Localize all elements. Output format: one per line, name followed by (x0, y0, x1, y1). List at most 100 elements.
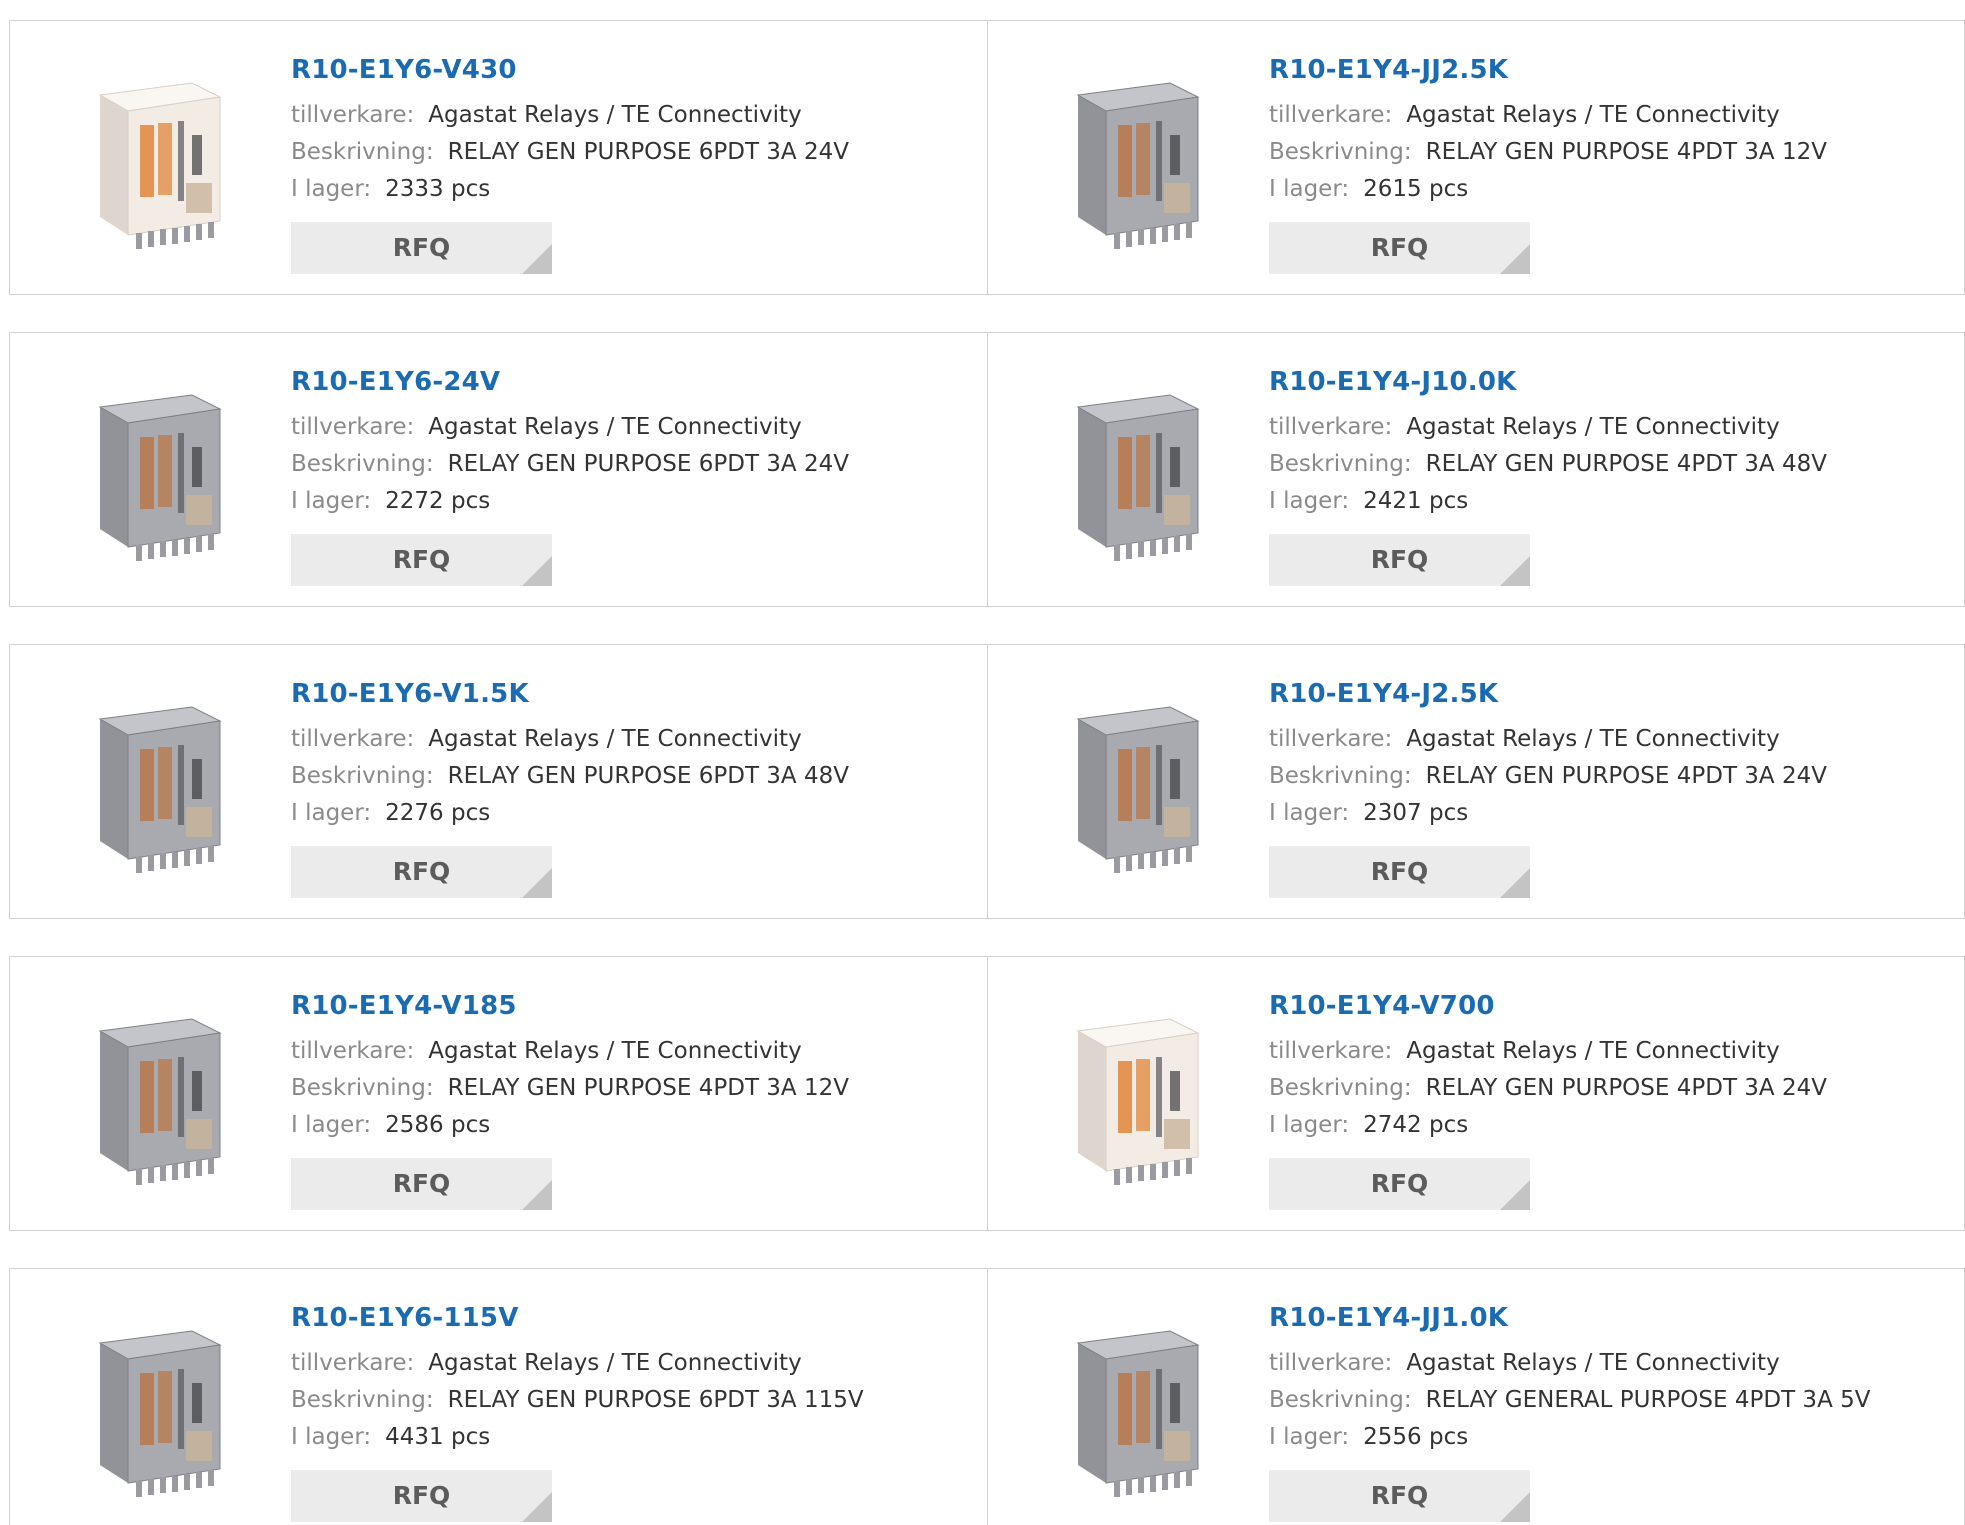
product-grid: R10-E1Y6-V430 tillverkare: Agastat Relays… (0, 0, 1965, 1525)
description-label: Beskrivning: (291, 1387, 434, 1413)
relay-grey-icon[interactable] (62, 1001, 252, 1191)
stock-line: I lager: 2556 pcs (1269, 1419, 1870, 1456)
part-number-link[interactable]: R10-E1Y6-V430 (291, 53, 849, 87)
manufacturer-value: Agastat Relays / TE Connectivity (428, 1038, 802, 1064)
description-label: Beskrivning: (1269, 1387, 1412, 1413)
stock-line: I lager: 2615 pcs (1269, 171, 1827, 208)
part-number-link[interactable]: R10-E1Y6-24V (291, 365, 849, 399)
corner-triangle-icon (522, 1492, 552, 1522)
description-label: Beskrivning: (1269, 451, 1412, 477)
relay-grey-icon[interactable] (62, 1313, 252, 1503)
relay-clear-icon[interactable] (62, 65, 252, 255)
relay-grey-icon[interactable] (62, 689, 252, 879)
relay-grey-icon[interactable] (1040, 689, 1230, 879)
stock-label: I lager: (1269, 488, 1350, 514)
manufacturer-value: Agastat Relays / TE Connectivity (428, 1350, 802, 1376)
stock-label: I lager: (291, 488, 372, 514)
manufacturer-line: tillverkare: Agastat Relays / TE Connecti… (1269, 1033, 1827, 1070)
rfq-button[interactable]: RFQ (1269, 534, 1530, 586)
manufacturer-line: tillverkare: Agastat Relays / TE Connecti… (1269, 97, 1827, 134)
description-line: Beskrivning: RELAY GEN PURPOSE 4PDT 3A 12… (1269, 134, 1827, 171)
stock-value: 2272 pcs (385, 488, 491, 514)
stock-line: I lager: 2272 pcs (291, 483, 849, 520)
stock-line: I lager: 2742 pcs (1269, 1107, 1827, 1144)
stock-label: I lager: (291, 176, 372, 202)
corner-triangle-icon (1500, 1180, 1530, 1210)
description-value: RELAY GEN PURPOSE 4PDT 3A 12V (1425, 139, 1827, 165)
part-number-link[interactable]: R10-E1Y4-J2.5K (1269, 677, 1827, 711)
part-number-link[interactable]: R10-E1Y6-115V (291, 1301, 864, 1335)
stock-line: I lager: 2586 pcs (291, 1107, 849, 1144)
rfq-button[interactable]: RFQ (1269, 222, 1530, 274)
rfq-label: RFQ (392, 545, 451, 574)
rfq-label: RFQ (392, 1481, 451, 1510)
relay-grey-icon[interactable] (1040, 377, 1230, 567)
rfq-button[interactable]: RFQ (1269, 1158, 1530, 1210)
rfq-button[interactable]: RFQ (291, 534, 552, 586)
description-value: RELAY GEN PURPOSE 4PDT 3A 24V (1425, 763, 1827, 789)
corner-triangle-icon (522, 868, 552, 898)
manufacturer-line: tillverkare: Agastat Relays / TE Connecti… (1269, 1345, 1870, 1382)
product-card: R10-E1Y6-115V tillverkare: Agastat Relays… (10, 1269, 987, 1525)
description-label: Beskrivning: (291, 763, 434, 789)
product-card: R10-E1Y6-V430 tillverkare: Agastat Relays… (10, 21, 987, 294)
corner-triangle-icon (522, 1180, 552, 1210)
description-line: Beskrivning: RELAY GEN PURPOSE 4PDT 3A 24… (1269, 1070, 1827, 1107)
part-number-link[interactable]: R10-E1Y4-V185 (291, 989, 849, 1023)
relay-grey-icon[interactable] (1040, 65, 1230, 255)
corner-triangle-icon (1500, 1492, 1530, 1522)
part-number-link[interactable]: R10-E1Y4-JJ1.0K (1269, 1301, 1870, 1335)
description-value: RELAY GEN PURPOSE 4PDT 3A 24V (1425, 1075, 1827, 1101)
relay-grey-icon[interactable] (1040, 1313, 1230, 1503)
part-number-link[interactable]: R10-E1Y6-V1.5K (291, 677, 849, 711)
description-value: RELAY GEN PURPOSE 6PDT 3A 48V (447, 763, 849, 789)
stock-label: I lager: (1269, 176, 1350, 202)
product-row: R10-E1Y4-V185 tillverkare: Agastat Relays… (9, 956, 1965, 1231)
manufacturer-label: tillverkare: (1269, 414, 1393, 440)
manufacturer-label: tillverkare: (1269, 1350, 1393, 1376)
stock-label: I lager: (291, 1424, 372, 1450)
description-value: RELAY GEN PURPOSE 4PDT 3A 12V (447, 1075, 849, 1101)
stock-label: I lager: (1269, 1112, 1350, 1138)
manufacturer-value: Agastat Relays / TE Connectivity (428, 726, 802, 752)
description-line: Beskrivning: RELAY GEN PURPOSE 6PDT 3A 24… (291, 134, 849, 171)
rfq-button[interactable]: RFQ (1269, 1470, 1530, 1522)
relay-clear-icon[interactable] (1040, 1001, 1230, 1191)
stock-label: I lager: (291, 800, 372, 826)
description-label: Beskrivning: (291, 139, 434, 165)
manufacturer-line: tillverkare: Agastat Relays / TE Connecti… (1269, 409, 1827, 446)
stock-value: 2307 pcs (1363, 800, 1469, 826)
manufacturer-line: tillverkare: Agastat Relays / TE Connecti… (291, 1033, 849, 1070)
product-row: R10-E1Y6-24V tillverkare: Agastat Relays … (9, 332, 1965, 607)
manufacturer-label: tillverkare: (291, 1038, 415, 1064)
description-line: Beskrivning: RELAY GENERAL PURPOSE 4PDT 3… (1269, 1382, 1870, 1419)
manufacturer-line: tillverkare: Agastat Relays / TE Connecti… (291, 1345, 864, 1382)
product-card: R10-E1Y6-V1.5K tillverkare: Agastat Relay… (10, 645, 987, 918)
stock-value: 2615 pcs (1363, 176, 1469, 202)
manufacturer-line: tillverkare: Agastat Relays / TE Connecti… (1269, 721, 1827, 758)
rfq-button[interactable]: RFQ (291, 846, 552, 898)
manufacturer-label: tillverkare: (1269, 1038, 1393, 1064)
part-number-link[interactable]: R10-E1Y4-J10.0K (1269, 365, 1827, 399)
manufacturer-value: Agastat Relays / TE Connectivity (1406, 102, 1780, 128)
rfq-button[interactable]: RFQ (1269, 846, 1530, 898)
rfq-label: RFQ (1370, 857, 1429, 886)
rfq-button[interactable]: RFQ (291, 1470, 552, 1522)
part-number-link[interactable]: R10-E1Y4-V700 (1269, 989, 1827, 1023)
rfq-button[interactable]: RFQ (291, 222, 552, 274)
manufacturer-line: tillverkare: Agastat Relays / TE Connecti… (291, 721, 849, 758)
rfq-button[interactable]: RFQ (291, 1158, 552, 1210)
part-number-link[interactable]: R10-E1Y4-JJ2.5K (1269, 53, 1827, 87)
stock-value: 2586 pcs (385, 1112, 491, 1138)
manufacturer-value: Agastat Relays / TE Connectivity (428, 102, 802, 128)
manufacturer-label: tillverkare: (291, 726, 415, 752)
description-value: RELAY GEN PURPOSE 6PDT 3A 115V (447, 1387, 864, 1413)
stock-value: 4431 pcs (385, 1424, 491, 1450)
manufacturer-label: tillverkare: (1269, 726, 1393, 752)
description-value: RELAY GENERAL PURPOSE 4PDT 3A 5V (1425, 1387, 1871, 1413)
manufacturer-value: Agastat Relays / TE Connectivity (1406, 414, 1780, 440)
product-card: R10-E1Y4-JJ1.0K tillverkare: Agastat Rela… (987, 1269, 1964, 1525)
rfq-label: RFQ (392, 1169, 451, 1198)
relay-grey-icon[interactable] (62, 377, 252, 567)
stock-label: I lager: (1269, 1424, 1350, 1450)
